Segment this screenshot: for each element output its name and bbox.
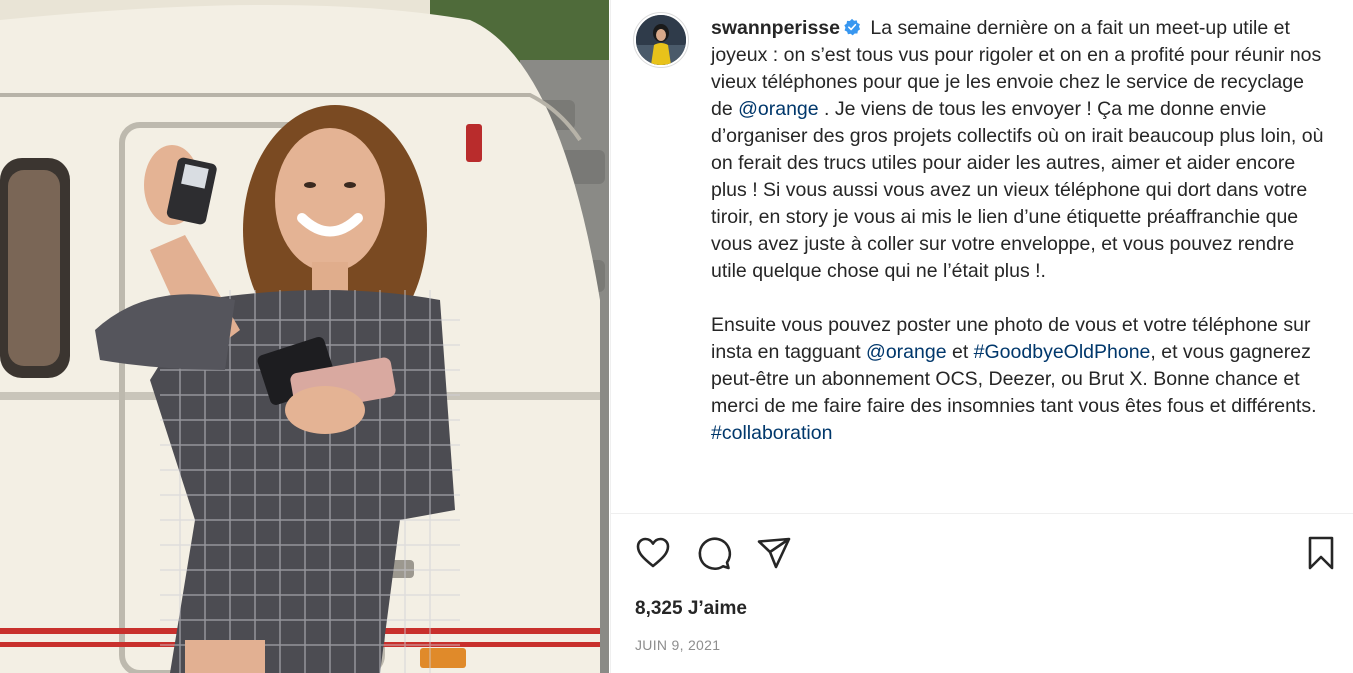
likes-count[interactable]: 8,325 J’aime (635, 598, 747, 620)
post-caption: swannperisse La semaine dernière on a fa… (711, 15, 1326, 447)
comment-icon[interactable] (696, 535, 732, 571)
post-detail-panel: swannperisse La semaine dernière on a fa… (610, 0, 1353, 673)
caption-text-1b: . Je viens de tous les envoyer ! Ça me d… (711, 98, 1324, 282)
caption-text-2b: et (946, 341, 974, 363)
hashtag-goodbyeoldphone-link[interactable]: #GoodbyeOldPhone (974, 341, 1151, 363)
caption-section: swannperisse La semaine dernière on a fa… (611, 0, 1353, 514)
hashtag-collaboration-link[interactable]: #collaboration (711, 422, 832, 444)
username-link[interactable]: swannperisse (711, 17, 840, 39)
caption-paragraph-2: Ensuite vous pouvez poster une photo de … (711, 312, 1326, 447)
avatar-image (636, 15, 686, 65)
post-photo-illustration (0, 0, 609, 673)
bookmark-icon[interactable] (1303, 535, 1339, 571)
post-photo[interactable] (0, 0, 609, 673)
avatar[interactable] (633, 12, 689, 68)
verified-badge-icon (844, 18, 861, 36)
heart-icon[interactable] (635, 535, 671, 571)
mention-orange-link[interactable]: @orange (738, 98, 819, 120)
paper-plane-icon[interactable] (756, 535, 792, 571)
action-bar (611, 535, 1353, 575)
post-date[interactable]: JUIN 9, 2021 (635, 637, 720, 653)
mention-orange-link-2[interactable]: @orange (866, 341, 947, 363)
caption-paragraph-1: swannperisse La semaine dernière on a fa… (711, 15, 1326, 285)
